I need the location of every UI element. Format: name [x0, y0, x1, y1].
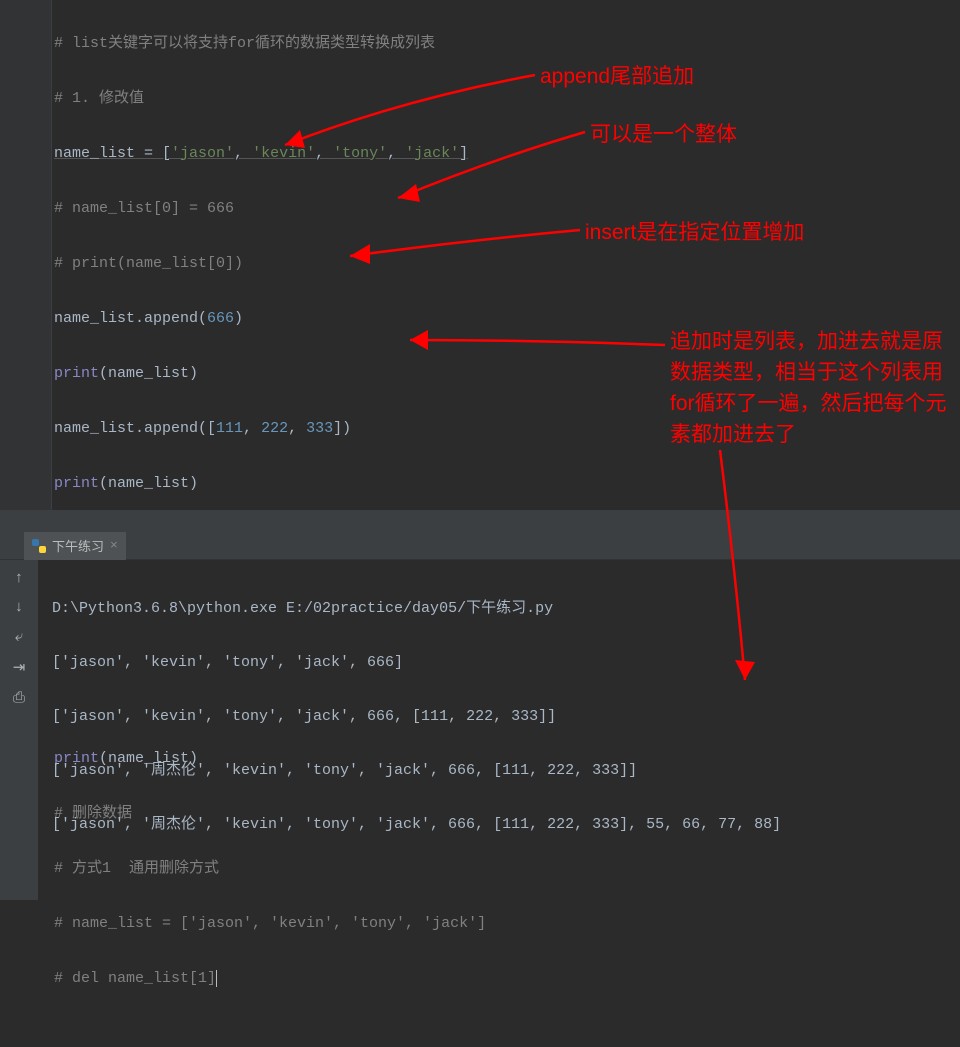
code-comment: # del name_list[1] — [54, 970, 216, 987]
scroll-icon[interactable]: ⇥ — [13, 658, 26, 677]
run-toolbar: ↑ ↓ ⤶ ⇥ ⎙ — [0, 560, 38, 900]
tab-bar: 下午练习 × — [0, 532, 960, 560]
pane-divider[interactable] — [0, 510, 960, 532]
code-comment: # name_list = ['jason', 'kevin', 'tony',… — [54, 915, 486, 932]
output-line: D:\Python3.6.8\python.exe E:/02practice/… — [52, 595, 946, 622]
arrow-down-icon[interactable]: ↓ — [14, 599, 23, 616]
output-line: ['jason', 'kevin', 'tony', 'jack', 666, … — [52, 703, 946, 730]
output-line: ['jason', '周杰伦', 'kevin', 'tony', 'jack'… — [52, 757, 946, 784]
code-editor-pane: # list关键字可以将支持for循环的数据类型转换成列表 # 1. 修改值 n… — [0, 0, 960, 510]
code-ident: name_list = [ — [54, 145, 171, 162]
python-icon — [32, 539, 46, 553]
wrap-icon[interactable]: ⤶ — [15, 628, 23, 646]
code-comment: # print(name_list[0]) — [54, 255, 243, 272]
tab-close-icon[interactable]: × — [110, 538, 118, 553]
code-comment: # name_list[0] = 666 — [54, 200, 234, 217]
tab-label: 下午练习 — [52, 536, 104, 555]
run-body: ↑ ↓ ⤶ ⇥ ⎙ D:\Python3.6.8\python.exe E:/0… — [0, 560, 960, 900]
print-icon[interactable]: ⎙ — [13, 689, 25, 707]
console-output[interactable]: D:\Python3.6.8\python.exe E:/02practice/… — [38, 560, 960, 900]
code-area[interactable]: # list关键字可以将支持for循环的数据类型转换成列表 # 1. 修改值 n… — [52, 0, 960, 510]
output-line: ['jason', 'kevin', 'tony', 'jack', 666] — [52, 649, 946, 676]
output-line: ['jason', '周杰伦', 'kevin', 'tony', 'jack'… — [52, 811, 946, 838]
code-comment: # 1. 修改值 — [54, 90, 144, 107]
code-comment: # list关键字可以将支持for循环的数据类型转换成列表 — [54, 35, 435, 52]
arrow-up-icon[interactable]: ↑ — [14, 570, 23, 587]
editor-gutter — [0, 0, 52, 510]
text-cursor — [216, 970, 217, 987]
run-tab[interactable]: 下午练习 × — [24, 532, 126, 560]
run-pane: 下午练习 × ↑ ↓ ⤶ ⇥ ⎙ D:\Python3.6.8\python.e… — [0, 532, 960, 743]
